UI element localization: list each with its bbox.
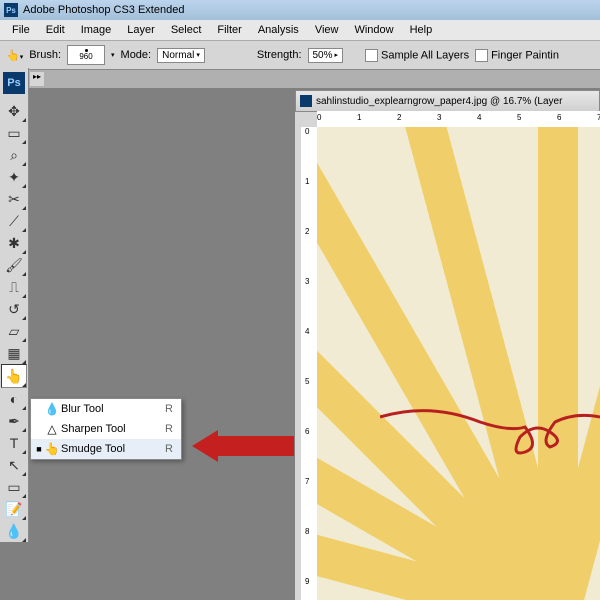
heal-tool[interactable]: ✱ [2, 232, 26, 254]
smudge-tool[interactable]: 👆 [1, 364, 27, 388]
app-icon: Ps [4, 3, 18, 17]
horizontal-ruler[interactable]: 01234567 [317, 111, 600, 128]
stamp-tool[interactable]: ⎍ [2, 276, 26, 298]
tab-strip: ▸▸ [28, 70, 600, 88]
menu-file[interactable]: File [4, 24, 38, 36]
lasso-tool[interactable]: ⌕ [2, 144, 26, 166]
tab-toggle-icon[interactable]: ▸▸ [30, 72, 44, 86]
rope-graphic [380, 397, 600, 477]
notes-tool[interactable]: 📝 [2, 498, 26, 520]
menu-select[interactable]: Select [163, 24, 210, 36]
menu-layer[interactable]: Layer [119, 24, 163, 36]
path-tool[interactable]: ↖ [2, 454, 26, 476]
wand-tool[interactable]: ✦ [2, 166, 26, 188]
mode-label: Mode: [121, 49, 152, 61]
document-title-bar[interactable]: sahlinstudio_explearngrow_paper4.jpg @ 1… [295, 90, 600, 112]
canvas[interactable] [317, 127, 600, 600]
smudge-tool-icon[interactable]: 👆▾ [6, 49, 23, 62]
pen-tool[interactable]: ✒ [2, 410, 26, 432]
move-tool[interactable]: ✥ [2, 100, 26, 122]
shape-tool[interactable]: ▭ [2, 476, 26, 498]
document-window: sahlinstudio_explearngrow_paper4.jpg @ 1… [295, 90, 600, 600]
brush-preset-picker[interactable]: 960 [67, 45, 105, 65]
vertical-ruler[interactable]: 0123456789 [301, 127, 318, 600]
menu-filter[interactable]: Filter [209, 24, 249, 36]
brush-label: Brush: [29, 49, 61, 61]
crop-tool[interactable]: ✂ [2, 188, 26, 210]
dodge-tool[interactable]: ◐ [2, 388, 26, 410]
brush-tool[interactable]: 🖌 [2, 254, 26, 276]
menu-window[interactable]: Window [346, 24, 401, 36]
tool-palette: Ps ✥ ▭ ⌕ ✦ ✂ ⟋ ✱ 🖌 ⎍ ↺ ▱ ▦ 👆 ◐ ✒ T ↖ ▭ 📝… [0, 68, 29, 542]
flyout-smudge-tool[interactable]: ■👆Smudge ToolR [31, 439, 181, 459]
tool-flyout-menu: 💧Blur ToolR △Sharpen ToolR ■👆Smudge Tool… [30, 398, 182, 460]
menu-bar: File Edit Image Layer Select Filter Anal… [0, 20, 600, 41]
menu-view[interactable]: View [307, 24, 347, 36]
menu-image[interactable]: Image [73, 24, 120, 36]
eyedropper-tool[interactable]: 💧 [2, 520, 26, 542]
slice-tool[interactable]: ⟋ [2, 210, 26, 232]
app-title: Adobe Photoshop CS3 Extended [23, 4, 184, 16]
strength-label: Strength: [257, 49, 302, 61]
menu-analysis[interactable]: Analysis [250, 24, 307, 36]
history-brush-tool[interactable]: ↺ [2, 298, 26, 320]
title-bar: Ps Adobe Photoshop CS3 Extended [0, 0, 600, 20]
menu-help[interactable]: Help [402, 24, 441, 36]
type-tool[interactable]: T [2, 432, 26, 454]
menu-edit[interactable]: Edit [38, 24, 73, 36]
marquee-tool[interactable]: ▭ [2, 122, 26, 144]
ps-header-icon[interactable]: Ps [3, 72, 25, 94]
mode-select[interactable]: Normal▾ [157, 48, 205, 63]
sample-all-checkbox[interactable]: Sample All Layers [365, 49, 469, 62]
options-bar: 👆▾ Brush: 960▾ Mode: Normal▾ Strength: 5… [0, 41, 600, 70]
finger-painting-checkbox[interactable]: Finger Paintin [475, 49, 559, 62]
flyout-blur-tool[interactable]: 💧Blur ToolR [31, 399, 181, 419]
document-icon [300, 95, 312, 107]
flyout-sharpen-tool[interactable]: △Sharpen ToolR [31, 419, 181, 439]
strength-input[interactable]: 50%▸ [308, 48, 344, 63]
gradient-tool[interactable]: ▦ [2, 342, 26, 364]
eraser-tool[interactable]: ▱ [2, 320, 26, 342]
